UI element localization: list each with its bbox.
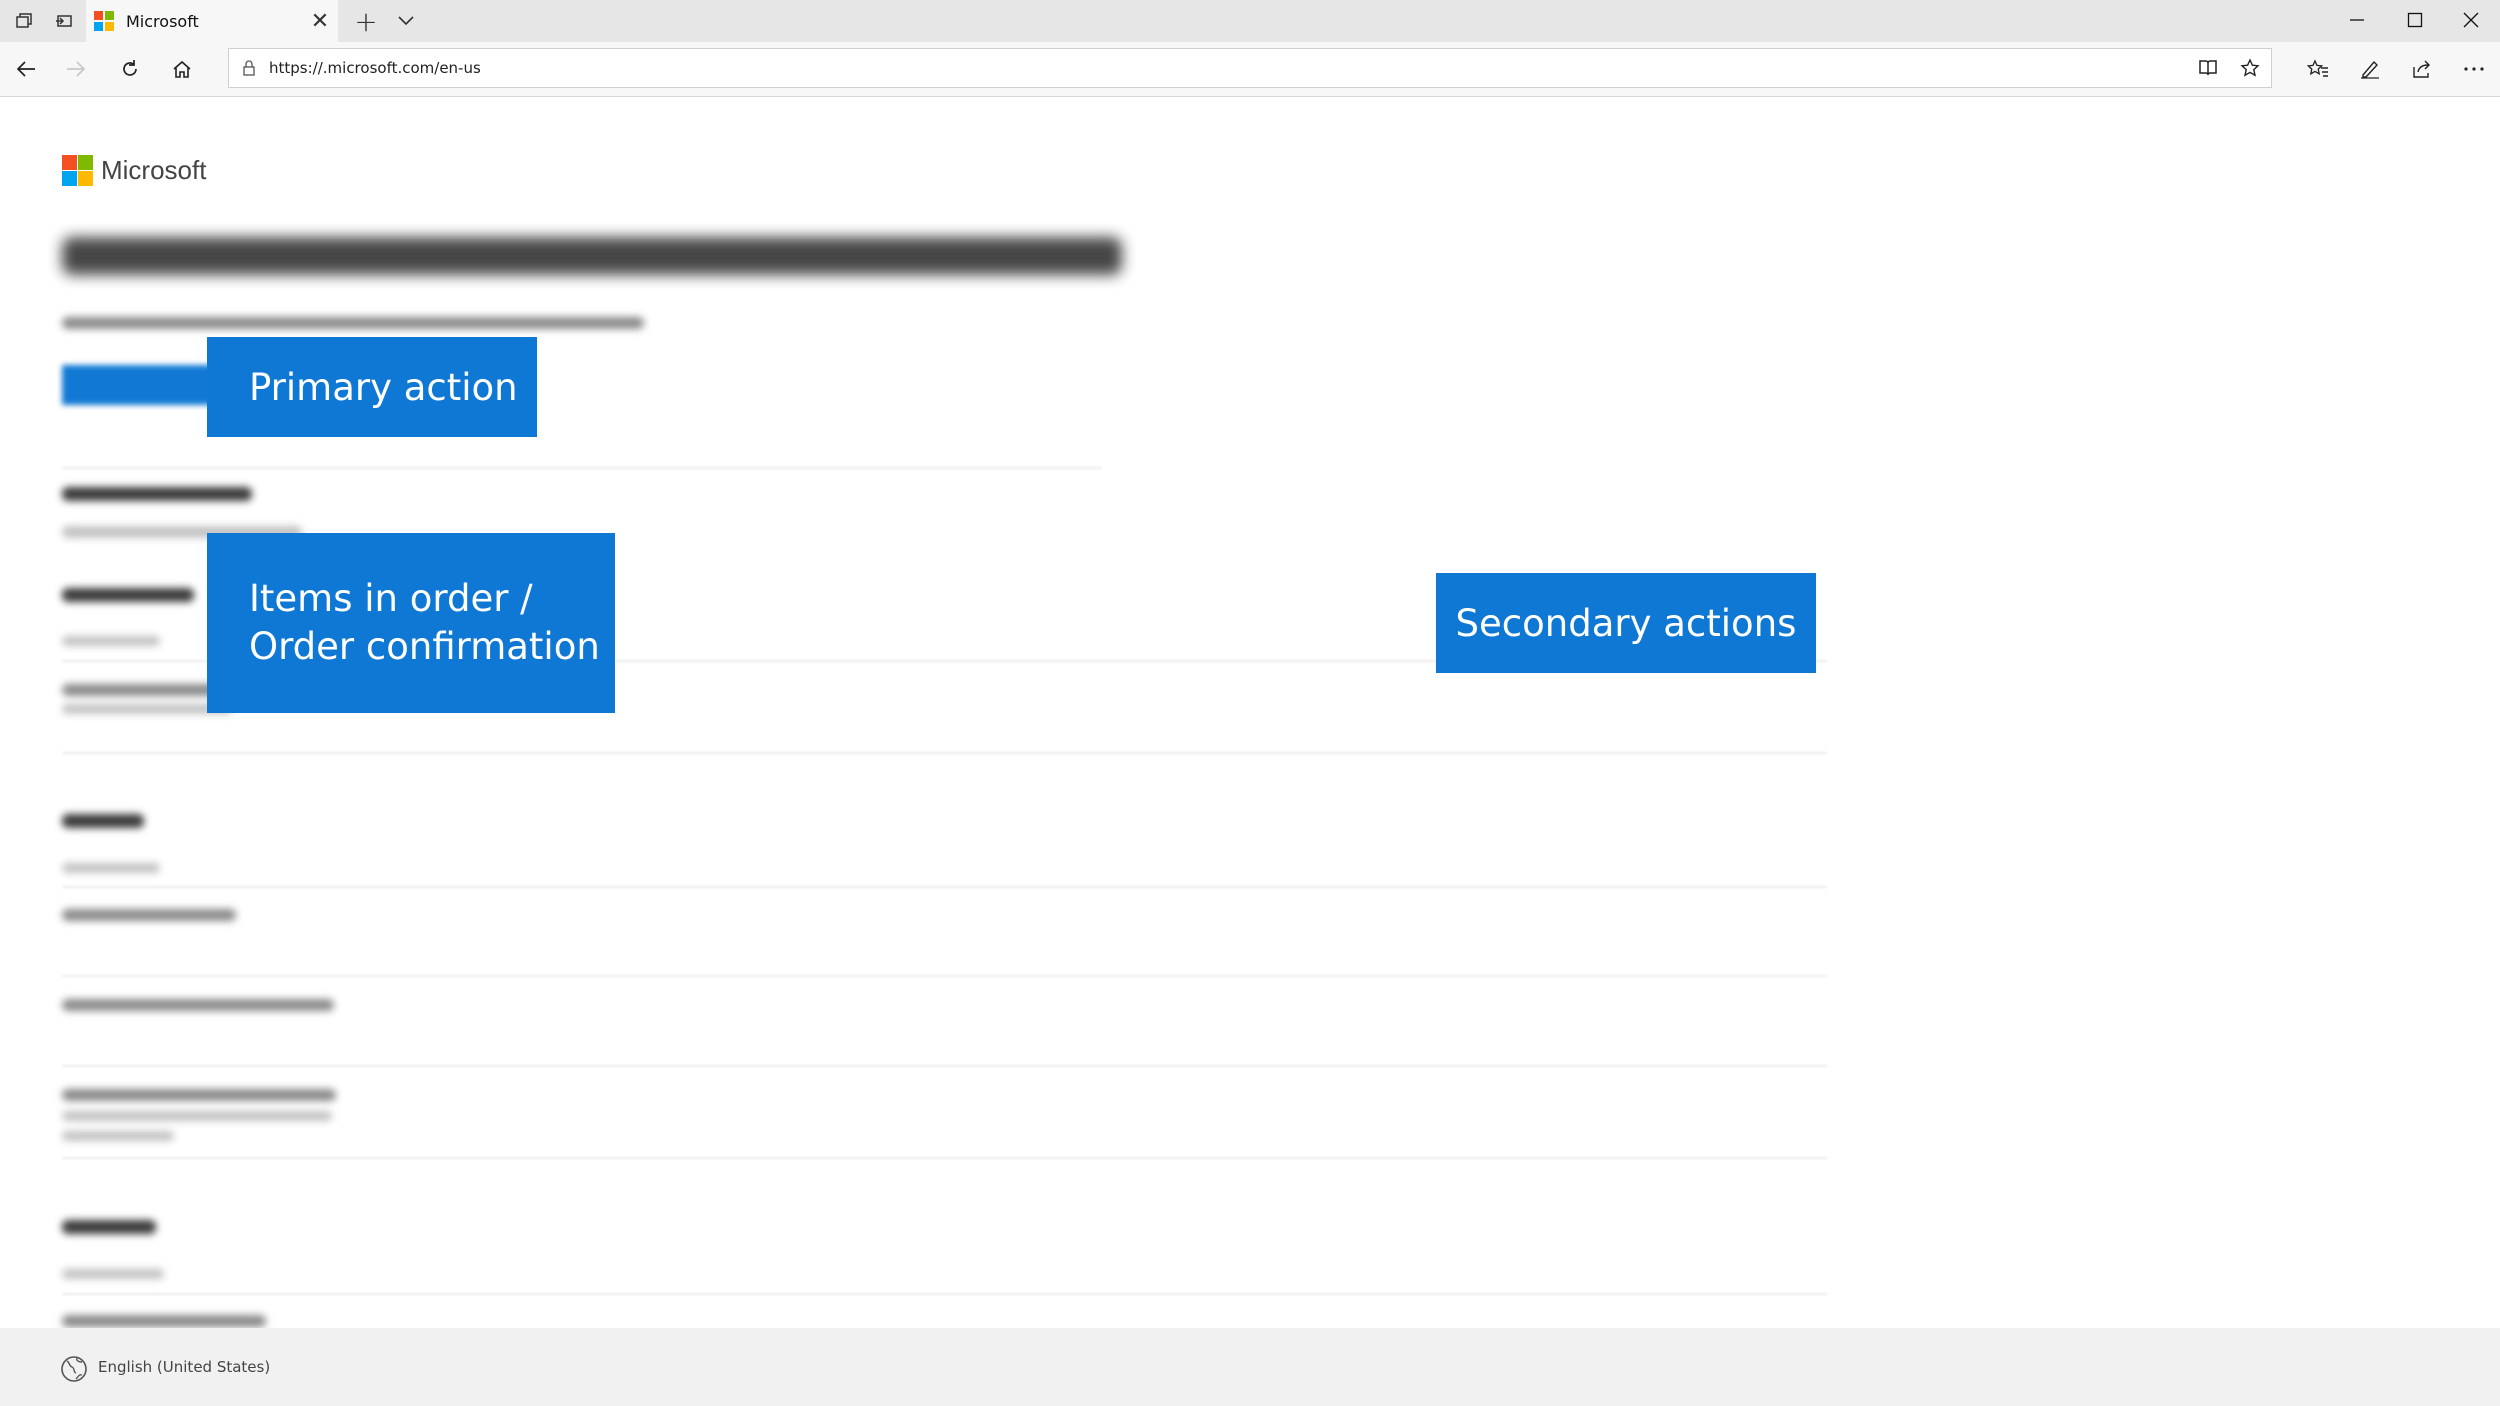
blurred-product-item [62,909,236,921]
footer: English (United States) [0,1328,2500,1406]
blurred-product-item [62,1089,336,1101]
divider [62,1293,1827,1295]
favorite-star-icon[interactable] [2229,58,2271,78]
close-window-icon[interactable] [2442,0,2500,40]
tab-bar: Microsoft ✕ + [0,0,2500,42]
refresh-icon[interactable] [104,42,156,96]
blurred-heading [62,237,1122,275]
page-content: Microsoft Primary action Items in order … [0,97,2500,1327]
share-icon[interactable] [2396,42,2448,96]
callout-primary-action: Primary action [207,337,537,437]
divider [62,467,1102,469]
blurred-subtitle [62,317,644,329]
microsoft-logo-icon [62,155,93,186]
minimize-icon[interactable] [2328,0,2386,40]
reading-view-icon[interactable] [2187,59,2229,77]
divider [62,886,1827,888]
divider [62,1065,1827,1067]
blurred-purchase-now-label [62,588,194,602]
divider [62,1157,1827,1159]
more-icon[interactable] [2448,42,2500,96]
forward-icon [50,42,102,96]
active-tab[interactable]: Microsoft ✕ [86,0,338,42]
maximize-icon[interactable] [2386,0,2444,40]
callout-primary-label: Primary action [249,365,518,409]
url-text[interactable]: https://.microsoft.com/en-us [269,59,2187,77]
callout-secondary-actions: Secondary actions [1436,573,1816,673]
blurred-order-confirmation-label [62,487,252,501]
blurred-product-subtext [62,1131,174,1141]
back-icon[interactable] [0,42,52,96]
microsoft-logo[interactable]: Microsoft [62,155,206,186]
blurred-discount-name-header [62,1269,164,1279]
address-bar[interactable]: https://.microsoft.com/en-us [228,48,2272,88]
blurred-product-name-header [62,863,160,873]
callout-items-label-line2: Order confirmation [249,625,600,668]
new-tab-button[interactable]: + [346,0,386,42]
tabs-icon[interactable] [6,0,42,42]
blurred-product-item [62,999,334,1011]
callout-items-in-order: Items in order / Order confirmation [207,533,615,713]
callout-items-label-line1: Items in order / [249,577,533,620]
favorites-hub-icon[interactable] [2292,42,2344,96]
blurred-product-subtext [62,1111,332,1121]
brand-name: Microsoft [101,155,207,185]
language-selector[interactable]: English (United States) [98,1328,270,1406]
blurred-discount-item [62,1315,266,1327]
chevron-down-icon[interactable] [388,0,424,42]
blurred-product-name-header [62,636,160,646]
globe-icon [60,1355,88,1383]
divider [62,752,1827,754]
set-aside-tabs-icon[interactable] [46,0,82,42]
pen-icon[interactable] [2344,42,2396,96]
microsoft-favicon-icon [94,11,114,31]
blurred-discounts-label [62,1220,156,1234]
close-tab-icon[interactable]: ✕ [302,9,338,34]
lock-icon [229,60,269,76]
divider [62,975,1827,977]
blurred-included-label [62,814,144,828]
address-toolbar: https://.microsoft.com/en-us [0,42,2500,97]
callout-secondary-label: Secondary actions [1455,601,1797,645]
home-icon[interactable] [156,42,208,96]
tab-title: Microsoft [126,11,199,31]
